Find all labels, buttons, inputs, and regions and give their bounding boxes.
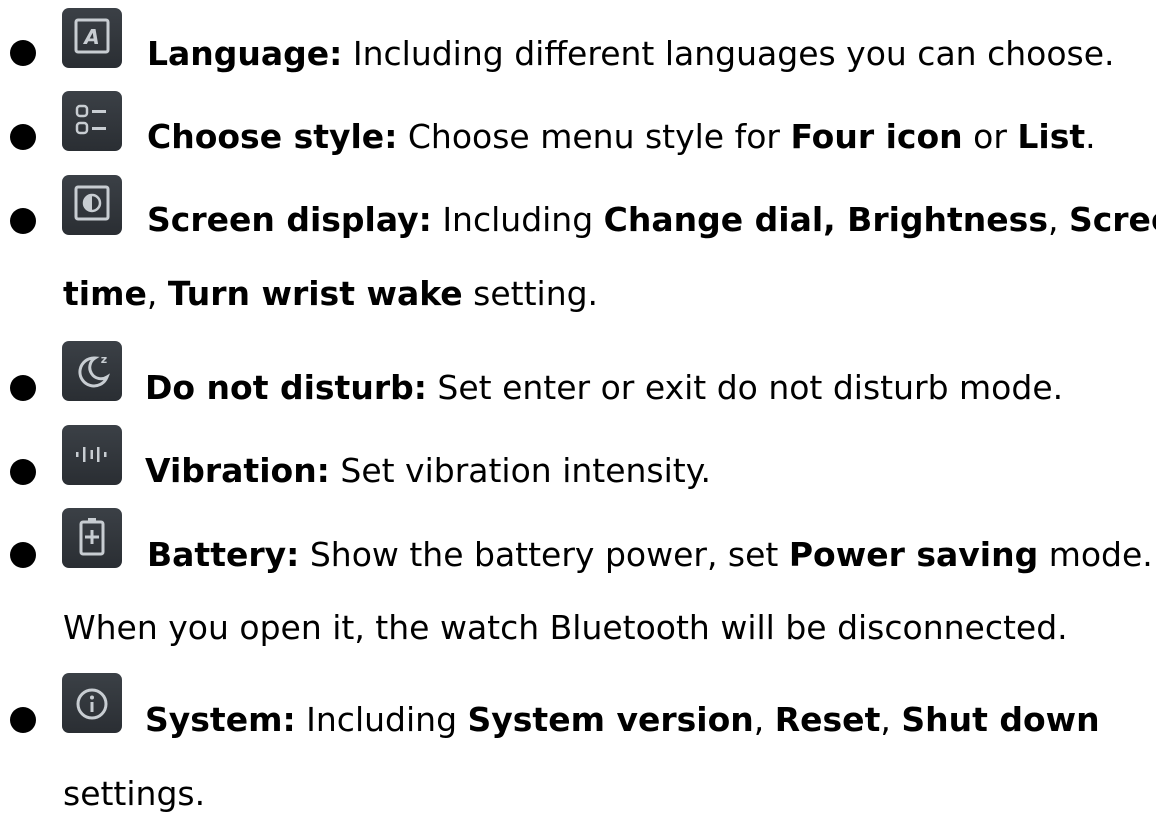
item-description: mode. (1038, 535, 1153, 574)
bullet (10, 542, 36, 568)
vibration-icon (62, 425, 122, 485)
item-emphasis: List (1017, 117, 1086, 156)
item-title: Screen display: (147, 200, 432, 239)
item-description: , (753, 700, 775, 739)
item-description: setting. (462, 274, 599, 313)
settings-description-document: A Language: Including different language… (0, 0, 1156, 815)
item-description: Including (295, 700, 468, 739)
battery-icon (62, 508, 122, 568)
item-text: Vibration: Set vibration intensity. (145, 449, 711, 493)
moon-icon: z (62, 341, 122, 401)
item-description: Show the battery power, set (299, 535, 789, 574)
info-icon (62, 673, 122, 733)
item-description: , (880, 700, 902, 739)
item-emphasis: Screen (1068, 200, 1156, 239)
bullet (10, 459, 36, 485)
item-title: Battery: (147, 535, 300, 574)
item-title: Choose style: (147, 117, 398, 156)
item-description: Including different languages you can ch… (342, 34, 1115, 73)
screen-display-icon (62, 175, 122, 235)
item-title: System: (145, 700, 296, 739)
item-text: Battery: Show the battery power, set Pow… (147, 533, 1153, 577)
item-text: Language: Including different languages … (147, 32, 1115, 76)
item-emphasis: Shut down (901, 700, 1100, 739)
language-icon: A (62, 8, 122, 68)
item-emphasis: Reset (774, 700, 881, 739)
item-emphasis: Turn wrist wake (167, 274, 463, 313)
item-title: Do not disturb: (145, 368, 427, 407)
item-text-continued: settings. (63, 774, 206, 813)
item-emphasis: Power saving (788, 535, 1039, 574)
item-emphasis: System version (467, 700, 754, 739)
item-emphasis: time (63, 274, 147, 313)
item-description: Set enter or exit do not disturb mode. (426, 368, 1064, 407)
item-description: . (1085, 117, 1096, 156)
bullet (10, 208, 36, 234)
item-text-continued: time, Turn wrist wake setting. (63, 272, 598, 316)
svg-text:z: z (101, 353, 107, 366)
item-title: Vibration: (145, 451, 330, 490)
bullet (10, 707, 36, 733)
list-style-icon (62, 91, 122, 151)
item-description: , (146, 274, 168, 313)
item-description: or (962, 117, 1018, 156)
item-emphasis: Four icon (790, 117, 963, 156)
item-title: Language: (147, 34, 343, 73)
svg-text:A: A (82, 25, 99, 49)
item-text: System: Including System version, Reset,… (145, 698, 1100, 742)
item-description: Set vibration intensity. (329, 451, 712, 490)
bullet (10, 124, 36, 150)
bullet (10, 40, 36, 66)
item-text-continued: When you open it, the watch Bluetooth wi… (63, 608, 1068, 647)
item-text: Do not disturb: Set enter or exit do not… (145, 366, 1063, 410)
item-description: , (1047, 200, 1069, 239)
item-text: Screen display: Including Change dial, B… (147, 198, 1156, 242)
item-description: Choose menu style for (397, 117, 791, 156)
item-description: Including (431, 200, 604, 239)
item-emphasis: Change dial, Brightness (603, 200, 1048, 239)
bullet (10, 375, 36, 401)
item-text: Choose style: Choose menu style for Four… (147, 115, 1096, 159)
